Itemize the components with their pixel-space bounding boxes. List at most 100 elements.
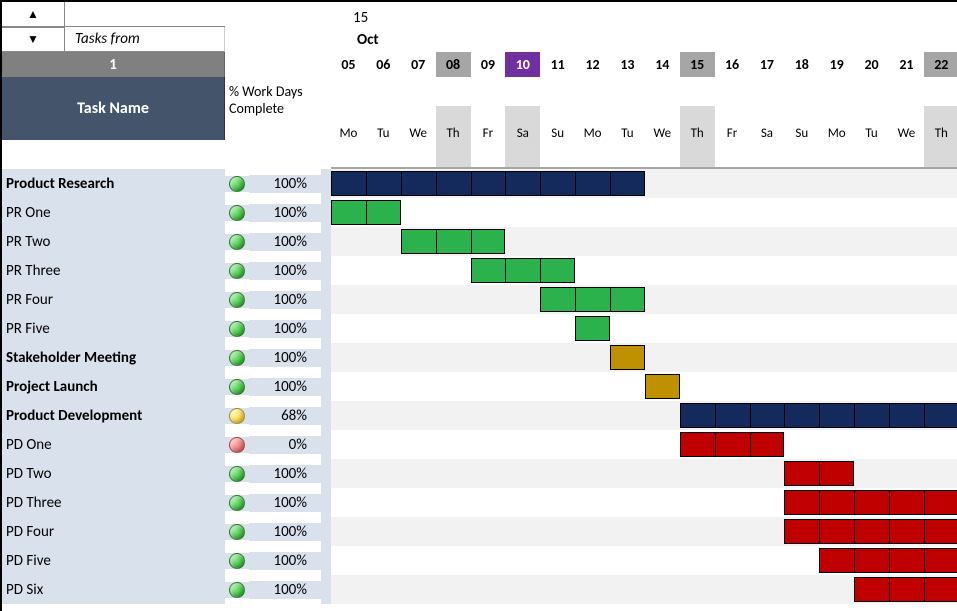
gantt-bar[interactable] [645,374,680,399]
task-name[interactable]: Project Launch [2,372,225,401]
green-status-icon [229,553,245,569]
gantt-bar[interactable] [331,171,645,196]
day-col-07[interactable]: 07 [401,52,436,77]
pct-complete-value: 100% [249,378,321,396]
task-name[interactable]: PD Three [2,488,225,517]
task-name[interactable]: PR Four [2,285,225,314]
task-name[interactable]: PR One [2,198,225,227]
task-name[interactable]: PD Six [2,575,225,604]
day-col-05[interactable]: 05 [331,52,366,77]
task-row: PR Three100% [2,256,957,285]
task-name[interactable]: PD Four [2,517,225,546]
task-name[interactable]: Product Development [2,401,225,430]
dow-col: Th [436,106,471,169]
pct-complete-value: 100% [249,494,321,512]
gantt-bar[interactable] [575,316,610,341]
pct-complete-value: 100% [249,175,321,193]
day-col-10[interactable]: 10 [505,52,540,77]
dow-col: We [645,106,680,169]
task-row: Stakeholder Meeting100% [2,343,957,372]
pct-column-header-area: % Work Days Complete [225,2,331,140]
task-row: PR Five 100% [2,314,957,343]
dow-col: Mo [575,106,610,169]
pct-complete-value: 100% [249,523,321,541]
dow-col: Th [924,106,957,169]
status-indicator [225,321,249,337]
gantt-cell [331,314,957,343]
day-col-17[interactable]: 17 [750,52,785,77]
gantt-cell [331,546,957,575]
gantt-bar[interactable] [784,490,957,515]
task-row: PD One 0% [2,430,957,459]
triangle-down-icon: ▼ [27,32,39,47]
day-col-22[interactable]: 22 [924,52,957,77]
scroll-up-button[interactable]: ▲ [2,2,65,27]
day-col-09[interactable]: 09 [471,52,506,77]
status-indicator [225,495,249,511]
green-status-icon [229,350,245,366]
gantt-cell [331,488,957,517]
tasks-from-label: Tasks from [65,27,225,52]
status-indicator [225,408,249,424]
task-row: Product Development 68% [2,401,957,430]
dow-col: Tu [854,106,889,169]
pct-complete-value: 100% [249,320,321,338]
task-name[interactable]: PD Five [2,546,225,575]
gantt-bar[interactable] [610,345,645,370]
task-name[interactable]: PR Three [2,256,225,285]
dow-col: Fr [471,106,506,169]
task-name[interactable]: PR Five [2,314,225,343]
day-col-19[interactable]: 19 [819,52,854,77]
status-indicator [225,466,249,482]
day-number-row: 050607080910111213141516171819202122 [331,52,957,77]
green-status-icon [229,205,245,221]
gantt-cell [331,169,957,198]
pct-complete-value: 100% [249,552,321,570]
day-col-18[interactable]: 18 [784,52,819,77]
day-col-08[interactable]: 08 [436,52,471,77]
day-col-06[interactable]: 06 [366,52,401,77]
gantt-bar[interactable] [680,432,785,457]
task-name[interactable]: PD One [2,430,225,459]
gantt-cell [331,575,957,604]
triangle-up-icon: ▲ [27,7,39,22]
pct-complete-value: 0% [249,436,321,454]
day-col-16[interactable]: 16 [715,52,750,77]
day-col-20[interactable]: 20 [854,52,889,77]
day-col-12[interactable]: 12 [575,52,610,77]
task-row: PR Two100% [2,227,957,256]
task-name[interactable]: Product Research [2,169,225,198]
task-name[interactable]: PR Two [2,227,225,256]
status-indicator [225,524,249,540]
timeline-header: 15 Oct 050607080910111213141516171819202… [331,2,957,77]
status-indicator [225,379,249,395]
gantt-bar[interactable] [540,287,645,312]
dow-col: Th [680,106,715,169]
pct-complete-value: 100% [249,465,321,483]
day-col-11[interactable]: 11 [540,52,575,77]
gantt-cell [331,459,957,488]
green-status-icon [229,379,245,395]
day-col-14[interactable]: 14 [645,52,680,77]
task-row: PD Four 100% [2,517,957,546]
pct-complete-value: 68% [249,407,321,425]
task-name[interactable]: Stakeholder Meeting [2,343,225,372]
gantt-bar[interactable] [854,577,957,602]
dow-col: Sa [505,106,540,169]
scroll-down-button[interactable]: ▼ [2,27,65,52]
gantt-app: ▲ ▼ Tasks from 1 Task Name % Work Days C… [0,0,957,611]
dow-col: Su [540,106,575,169]
gantt-bar[interactable] [471,258,576,283]
gantt-bar[interactable] [401,229,506,254]
dow-row: MoTuWeThFrSaSuMoTuWeThFrSaSuMoTuWeTh [331,106,957,169]
pct-complete-value: 100% [249,581,321,599]
gantt-cell [331,227,957,256]
task-name[interactable]: PD Two [2,459,225,488]
dow-col: Tu [366,106,401,169]
blank-cell [65,2,225,27]
day-col-21[interactable]: 21 [889,52,924,77]
day-col-13[interactable]: 13 [610,52,645,77]
gantt-bar[interactable] [784,519,957,544]
day-col-15[interactable]: 15 [680,52,715,77]
pct-complete-value: 100% [249,291,321,309]
